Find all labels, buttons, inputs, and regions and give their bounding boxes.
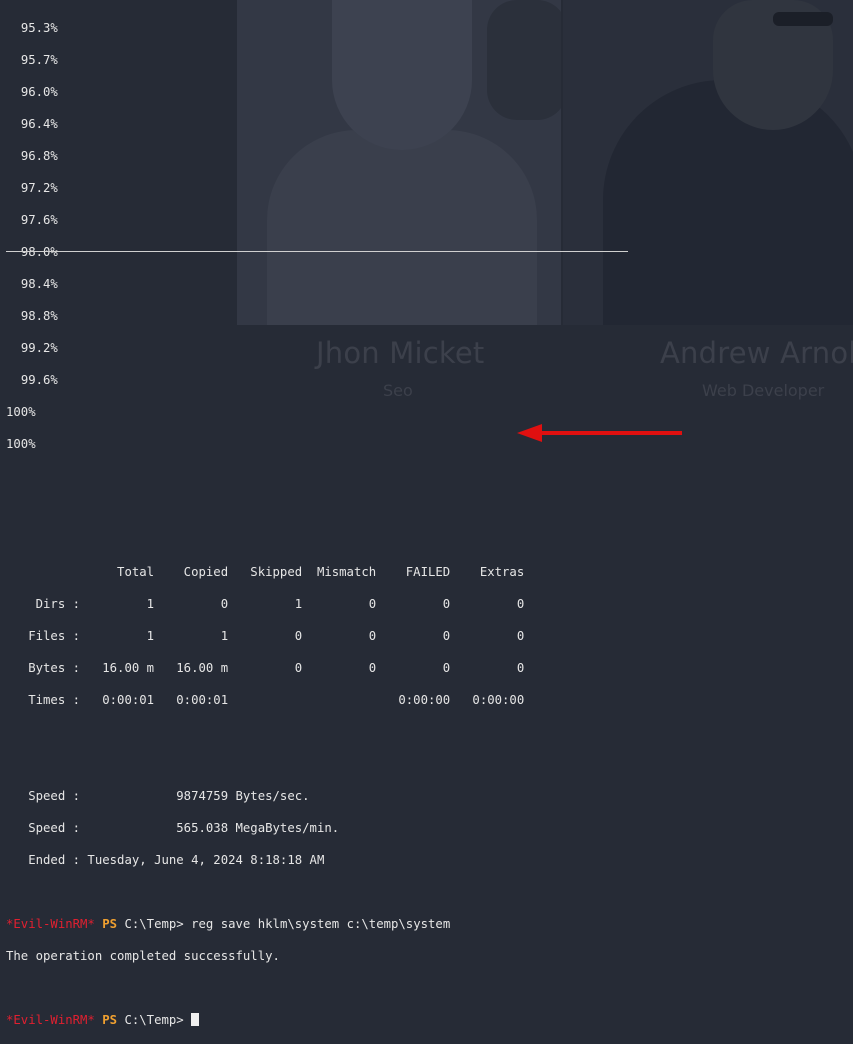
progress-line: 98.0%: [20, 245, 58, 259]
speed-megabytes-line: Speed : 565.038 MegaBytes/min.: [6, 821, 340, 835]
progress-line: 95.3%: [20, 21, 58, 35]
progress-line: 99.6%: [20, 373, 58, 387]
command-prompt-line: *Evil-WinRM* PS C:\Temp> reg save hklm\s…: [6, 916, 524, 932]
ended-line: Ended : Tuesday, June 4, 2024 8:18:18 AM: [6, 853, 325, 867]
stats-row-dirs: Dirs : 1 0 1 0 0 0: [6, 597, 525, 611]
person-jacket: [603, 80, 853, 325]
terminal-cursor[interactable]: [191, 1013, 200, 1026]
separator-line: [6, 251, 628, 252]
progress-line: 96.8%: [20, 149, 58, 163]
progress-line: 96.0%: [20, 85, 58, 99]
speed-bytes-line: Speed : 9874759 Bytes/sec.: [6, 789, 310, 803]
terminal-output[interactable]: 95.3% 95.7% 96.0% 96.4% 96.8% 97.2% 97.6…: [6, 4, 524, 1044]
active-prompt-line[interactable]: *Evil-WinRM* PS C:\Temp>: [6, 1012, 524, 1028]
ps-label: PS: [102, 1013, 118, 1027]
profile-photo-andrew: [563, 0, 853, 325]
ps-label: PS: [102, 917, 118, 931]
progress-line: 98.4%: [20, 277, 58, 291]
evil-winrm-tag: *Evil-WinRM*: [6, 1013, 95, 1027]
stats-header: Total Copied Skipped Mismatch FAILED Ext…: [6, 565, 525, 579]
command-text: reg save hklm\system c:\temp\system: [191, 917, 451, 931]
progress-complete-line: 100%: [6, 437, 36, 451]
progress-complete-line: 100%: [6, 405, 36, 419]
person-glasses: [773, 12, 833, 26]
progress-line: 99.2%: [20, 341, 58, 355]
progress-line: 97.6%: [20, 213, 58, 227]
red-arrow-icon: [517, 424, 682, 442]
profile-role: Web Developer: [702, 381, 825, 400]
progress-line: 95.7%: [20, 53, 58, 67]
command-output: The operation completed successfully.: [6, 949, 280, 963]
progress-line: 97.2%: [20, 181, 58, 195]
prompt-path: C:\Temp>: [124, 1013, 184, 1027]
profile-name: Andrew Arnol: [660, 336, 853, 370]
prompt-path: C:\Temp>: [124, 917, 184, 931]
stats-row-bytes: Bytes : 16.00 m 16.00 m 0 0 0 0: [6, 661, 525, 675]
progress-line: 98.8%: [20, 309, 58, 323]
evil-winrm-tag: *Evil-WinRM*: [6, 917, 95, 931]
stats-row-times: Times : 0:00:01 0:00:01 0:00:00 0:00:00: [6, 693, 525, 707]
progress-line: 96.4%: [20, 117, 58, 131]
stats-row-files: Files : 1 1 0 0 0 0: [6, 629, 525, 643]
